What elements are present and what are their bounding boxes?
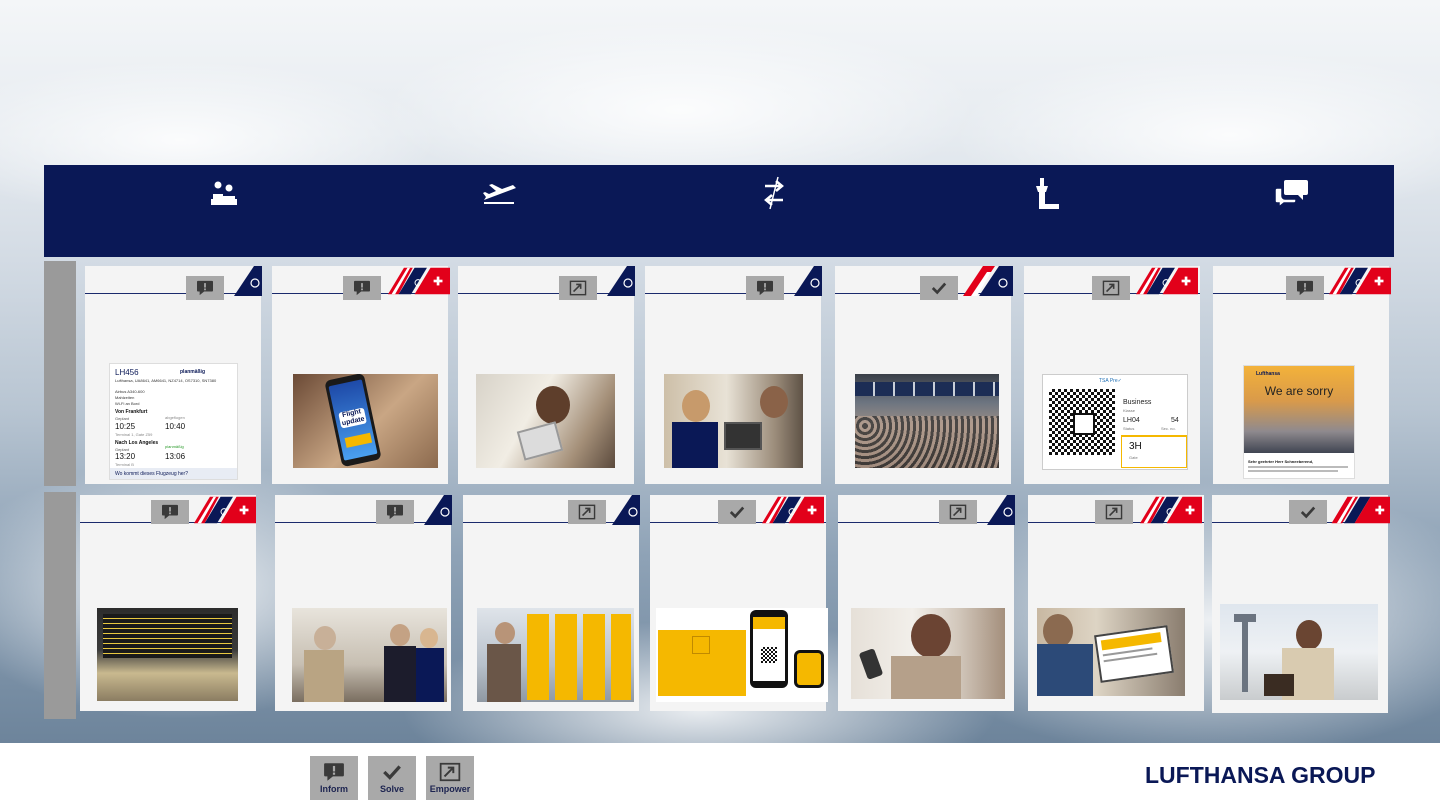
smartphone-user-photo bbox=[851, 608, 1005, 699]
inform-badge bbox=[746, 276, 784, 300]
case-card[interactable] bbox=[463, 495, 639, 711]
journey-phase-band bbox=[44, 165, 1394, 257]
external-link-icon bbox=[1102, 280, 1120, 296]
case-card[interactable] bbox=[458, 266, 634, 484]
legend-solve: Solve bbox=[368, 756, 416, 800]
austrian-tail-logo bbox=[963, 266, 1013, 296]
aircraft-origin-link[interactable]: Wo kommt dieses Flugzeug her? bbox=[115, 471, 188, 477]
lufthansa-group-logo: LUFTHANSA GROUP bbox=[1145, 762, 1376, 788]
inform-badge bbox=[1286, 276, 1324, 300]
legend-solve-label: Solve bbox=[379, 784, 404, 794]
checkmark-icon bbox=[930, 280, 948, 296]
info-message-icon bbox=[161, 504, 179, 520]
solve-badge bbox=[718, 500, 756, 524]
legend-empower: Empower bbox=[426, 756, 474, 800]
lufthansa-tail-logo bbox=[981, 495, 1015, 525]
checkmark-icon bbox=[1299, 504, 1317, 520]
info-message-icon bbox=[323, 762, 345, 782]
group-tails-logo bbox=[194, 495, 256, 525]
solve-badge bbox=[1289, 500, 1327, 524]
crew-greeting-photo bbox=[292, 608, 447, 702]
group-tails-logo bbox=[388, 266, 450, 296]
legend-inform-label: Inform bbox=[320, 784, 348, 794]
check-in-counter-icon bbox=[204, 173, 244, 213]
empower-badge bbox=[939, 500, 977, 524]
mobile-boarding-pass: TSA Pre✓ Business Klasse LH04 Status 54 … bbox=[1042, 374, 1188, 470]
speech-bubbles-icon bbox=[1272, 173, 1312, 213]
flight-update-phone-photo: Flight update bbox=[293, 374, 438, 468]
case-card[interactable]: Lufthansa We are sorry Sehr geehrter Her… bbox=[1213, 266, 1389, 484]
external-link-icon bbox=[439, 762, 461, 782]
info-message-icon bbox=[386, 504, 404, 520]
case-card[interactable]: TSA Pre✓ Business Klasse LH04 Status 54 … bbox=[1024, 266, 1200, 484]
departing-plane-icon bbox=[480, 173, 520, 213]
case-card[interactable]: Flight update bbox=[272, 266, 448, 484]
inform-badge bbox=[151, 500, 189, 524]
checkmark-icon bbox=[728, 504, 746, 520]
inform-badge bbox=[376, 500, 414, 524]
empower-badge bbox=[559, 276, 597, 300]
checkmark-icon bbox=[381, 762, 403, 782]
external-link-icon bbox=[1105, 504, 1123, 520]
passenger-tablet-photo bbox=[476, 374, 615, 468]
case-card[interactable] bbox=[645, 266, 821, 484]
lufthansa-tail-logo bbox=[418, 495, 452, 525]
solve-badge bbox=[920, 276, 958, 300]
case-card[interactable] bbox=[650, 495, 828, 711]
empower-badge bbox=[568, 500, 606, 524]
flight-status-app-screenshot: LH456 planmäßig Lufthansa, UA8641, AM664… bbox=[109, 363, 238, 480]
inform-badge bbox=[186, 276, 224, 300]
group-tails-logo bbox=[1329, 266, 1391, 296]
lufthansa-tail-logo bbox=[606, 495, 640, 525]
external-link-icon bbox=[569, 280, 587, 296]
lufthansa-tail-logo bbox=[601, 266, 635, 296]
boarding-pass-devices-photo bbox=[656, 608, 828, 702]
swiss-tail-logo bbox=[1328, 495, 1390, 525]
info-message-icon bbox=[196, 280, 214, 296]
transfer-arrows-icon bbox=[754, 173, 794, 213]
case-card[interactable] bbox=[275, 495, 451, 711]
group-tails-logo bbox=[1136, 266, 1198, 296]
crowded-terminal-photo bbox=[855, 374, 999, 468]
case-card[interactable] bbox=[1212, 495, 1388, 713]
legend-empower-label: Empower bbox=[429, 784, 471, 794]
legend-inform: Inform bbox=[310, 756, 358, 800]
case-card[interactable] bbox=[838, 495, 1014, 711]
case-card[interactable] bbox=[835, 266, 1011, 484]
empower-badge bbox=[1095, 500, 1133, 524]
check-in-kiosks-photo bbox=[477, 608, 634, 702]
row-label-bar-1 bbox=[44, 261, 76, 486]
lufthansa-tail-logo bbox=[228, 266, 262, 296]
case-card[interactable] bbox=[80, 495, 256, 711]
empower-badge bbox=[1092, 276, 1130, 300]
case-card[interactable]: LH456 planmäßig Lufthansa, UA8641, AM664… bbox=[85, 266, 261, 484]
group-tails-logo bbox=[1140, 495, 1202, 525]
inform-badge bbox=[343, 276, 381, 300]
lufthansa-tail-logo bbox=[788, 266, 822, 296]
external-link-icon bbox=[949, 504, 967, 520]
crew-tablet-photo bbox=[664, 374, 803, 468]
case-card[interactable] bbox=[1028, 495, 1204, 711]
info-message-icon bbox=[1296, 280, 1314, 296]
info-message-icon bbox=[756, 280, 774, 296]
info-message-icon bbox=[353, 280, 371, 296]
control-tower-icon bbox=[1026, 173, 1066, 213]
row-label-bar-2 bbox=[44, 492, 76, 719]
airport-traveler-photo bbox=[1220, 604, 1378, 700]
tablet-reading-photo bbox=[1037, 608, 1185, 696]
departure-board-photo bbox=[97, 608, 238, 701]
group-tails-logo bbox=[762, 495, 824, 525]
external-link-icon bbox=[578, 504, 596, 520]
apology-email-screenshot: Lufthansa We are sorry Sehr geehrter Her… bbox=[1243, 365, 1355, 479]
